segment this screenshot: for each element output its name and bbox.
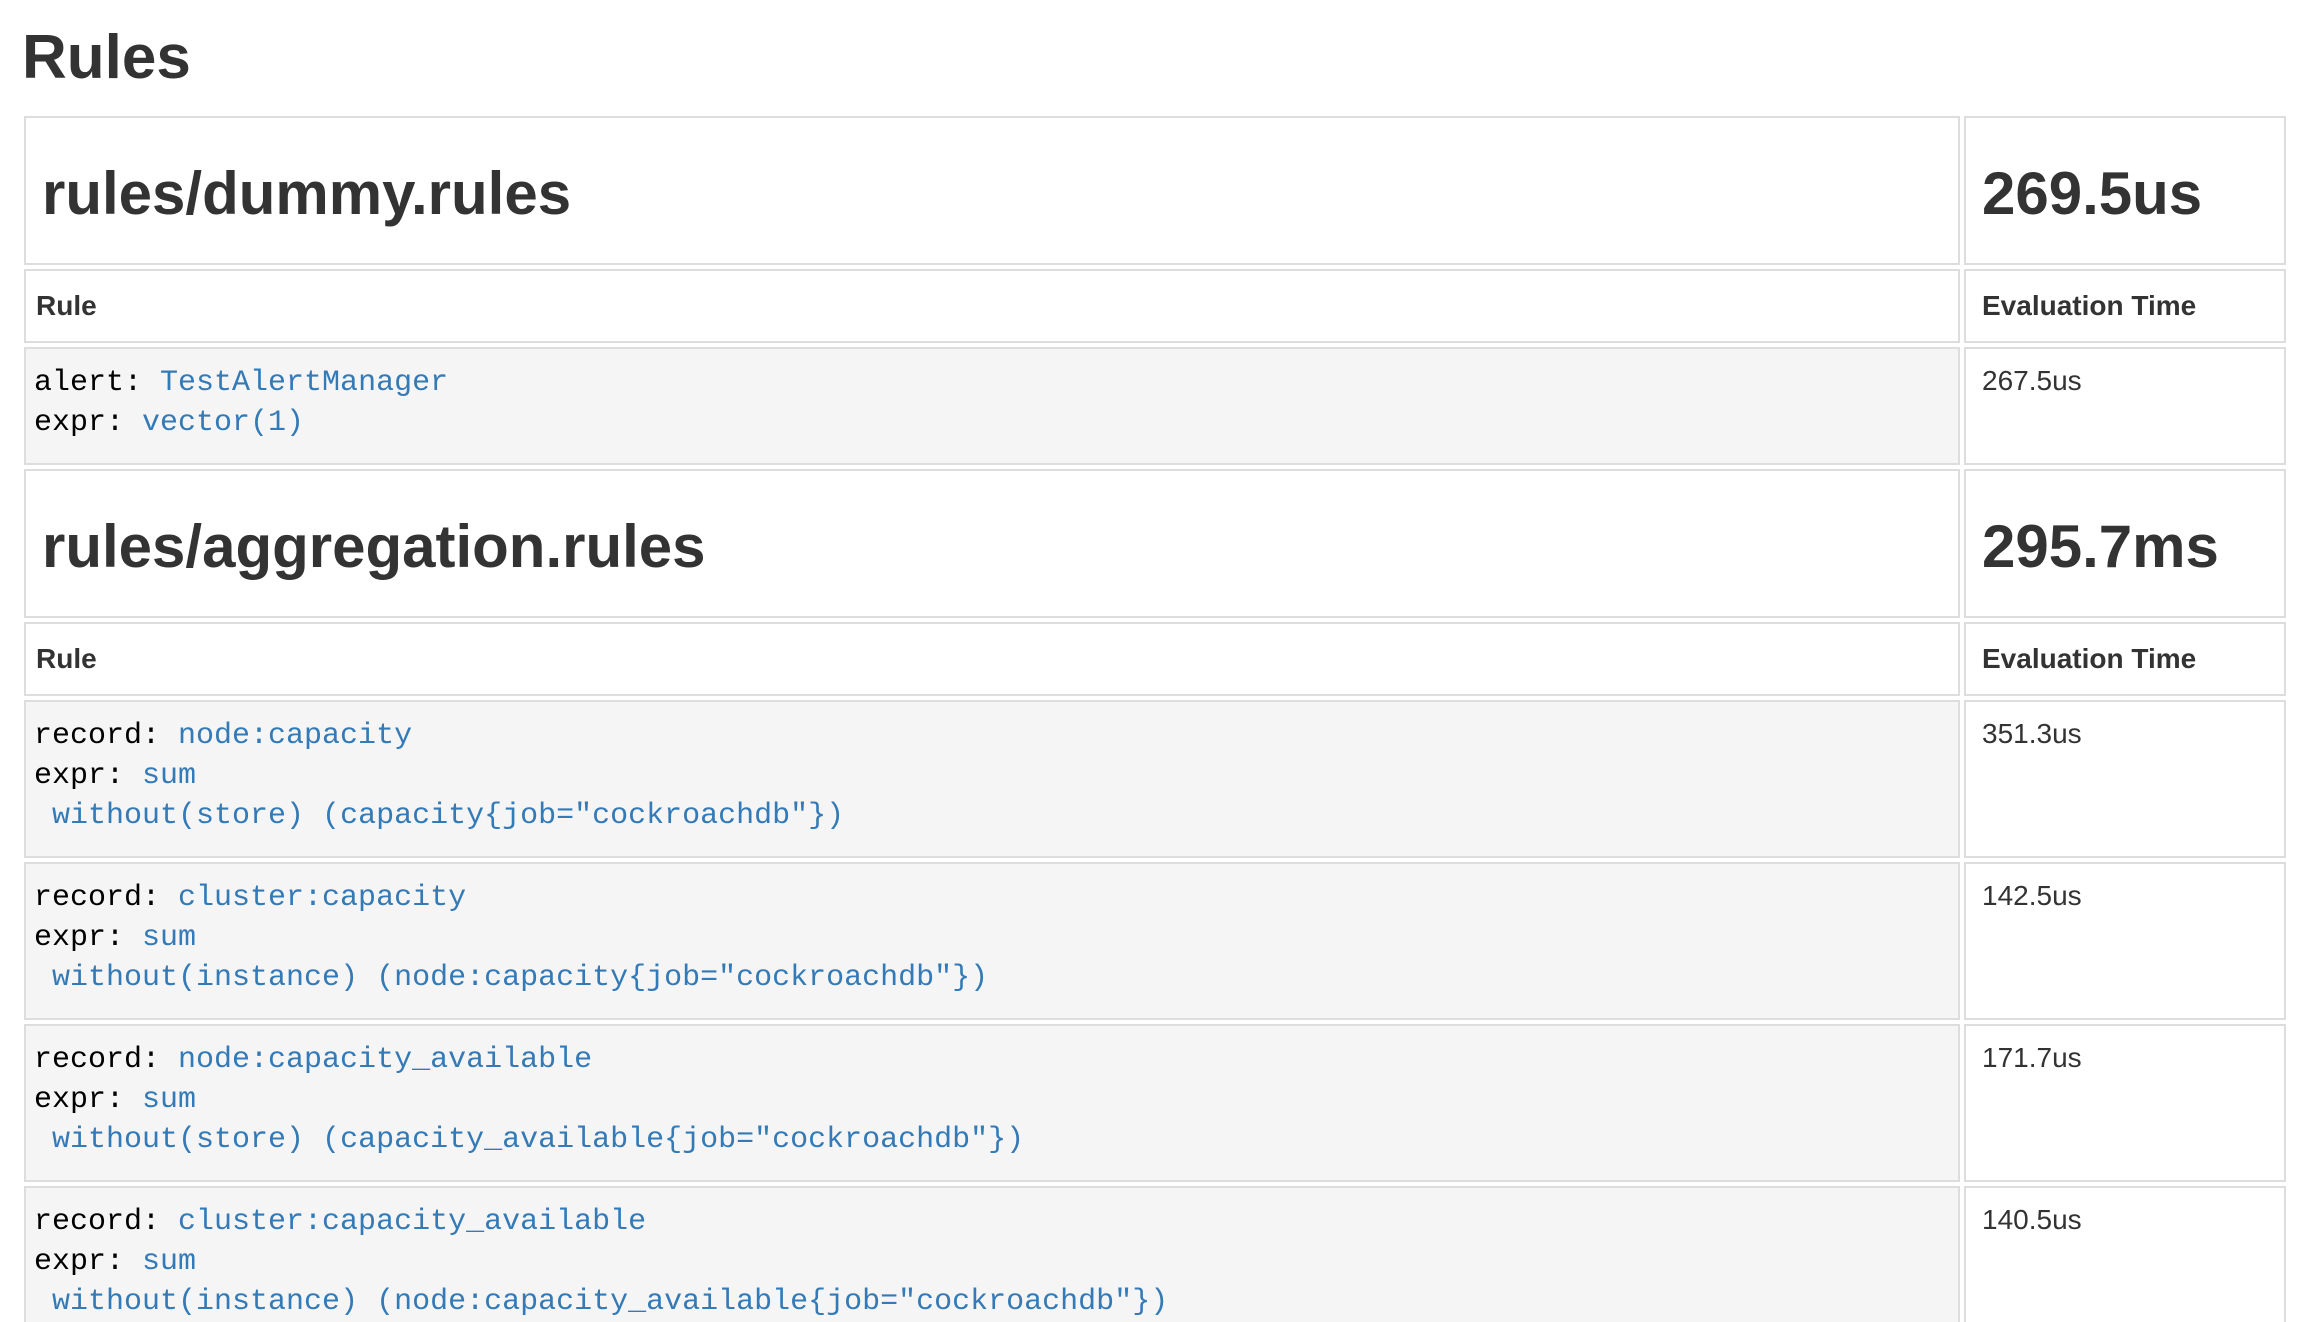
evaluation-time-value: 351.3us (1964, 700, 2286, 858)
rules-table: rules/dummy.rules 269.5us Rule Evaluatio… (20, 112, 2290, 1322)
yaml-key (34, 1285, 52, 1319)
rule-row: record: node:capacityexpr: sum without(s… (24, 700, 2286, 858)
yaml-key: record: (34, 1205, 178, 1239)
record-name-link[interactable]: cluster:capacity (178, 881, 466, 915)
rule-line: expr: sum (34, 1080, 1948, 1120)
yaml-key: expr: (34, 921, 142, 955)
rule-row: record: cluster:capacityexpr: sum withou… (24, 862, 2286, 1020)
evaluation-time-value: 171.7us (1964, 1024, 2286, 1182)
rule-line: alert: TestAlertManager (34, 363, 1948, 403)
expression-link[interactable]: without(instance) (node:capacity{job="co… (52, 961, 988, 995)
rule-line: without(store) (capacity{job="cockroachd… (34, 796, 1948, 836)
group-evaluation-total-cell: 269.5us (1964, 116, 2286, 265)
expression-link[interactable]: without(instance) (node:capacity_availab… (52, 1285, 1168, 1319)
rule-line: expr: sum (34, 1242, 1948, 1282)
record-name-link[interactable]: cluster:capacity_available (178, 1205, 646, 1239)
rule-row: record: cluster:capacity_availableexpr: … (24, 1186, 2286, 1322)
evaluation-time-column-header: Evaluation Time (1964, 269, 2286, 343)
expression-link[interactable]: vector(1) (142, 406, 304, 440)
rule-line: without(instance) (node:capacity_availab… (34, 1282, 1948, 1322)
rule-definition-cell: record: cluster:capacity_availableexpr: … (24, 1186, 1960, 1322)
rule-group-header-row: rules/aggregation.rules 295.7ms (24, 469, 2286, 618)
rule-line: without(store) (capacity_available{job="… (34, 1120, 1948, 1160)
expression-link[interactable]: sum (142, 759, 196, 793)
rule-group-header-row: rules/dummy.rules 269.5us (24, 116, 2286, 265)
yaml-key: record: (34, 1043, 178, 1077)
yaml-key: expr: (34, 406, 142, 440)
yaml-key (34, 961, 52, 995)
record-name-link[interactable]: node:capacity (178, 719, 412, 753)
column-header-row: Rule Evaluation Time (24, 622, 2286, 696)
record-name-link[interactable]: node:capacity_available (178, 1043, 592, 1077)
rule-definition: record: node:capacityexpr: sum without(s… (34, 716, 1948, 836)
evaluation-time-value: 140.5us (1964, 1186, 2286, 1322)
rule-definition: record: node:capacity_availableexpr: sum… (34, 1040, 1948, 1160)
rule-group-file: rules/dummy.rules (42, 162, 1944, 227)
expression-link[interactable]: sum (142, 1245, 196, 1279)
column-header-row: Rule Evaluation Time (24, 269, 2286, 343)
rule-line: expr: sum (34, 918, 1948, 958)
rule-line: record: node:capacity_available (34, 1040, 1948, 1080)
evaluation-time-column-header: Evaluation Time (1964, 622, 2286, 696)
yaml-key: alert: (34, 366, 160, 400)
rule-column-header: Rule (24, 622, 1960, 696)
rules-page: Rules rules/dummy.rules 269.5us Rule Eva… (0, 0, 2316, 1322)
rule-line: expr: vector(1) (34, 403, 1948, 443)
expression-link[interactable]: without(store) (capacity_available{job="… (52, 1123, 1024, 1157)
expression-link[interactable]: without(store) (capacity{job="cockroachd… (52, 799, 844, 833)
yaml-key: expr: (34, 1083, 142, 1117)
evaluation-time-value: 142.5us (1964, 862, 2286, 1020)
expression-link[interactable]: sum (142, 1083, 196, 1117)
rule-line: record: cluster:capacity (34, 878, 1948, 918)
rule-definition: alert: TestAlertManagerexpr: vector(1) (34, 363, 1948, 443)
yaml-key: record: (34, 719, 178, 753)
rule-definition-cell: record: node:capacity_availableexpr: sum… (24, 1024, 1960, 1182)
rule-line: record: node:capacity (34, 716, 1948, 756)
rule-row: alert: TestAlertManagerexpr: vector(1) 2… (24, 347, 2286, 465)
rule-line: expr: sum (34, 756, 1948, 796)
alert-name-link[interactable]: TestAlertManager (160, 366, 448, 400)
rule-definition: record: cluster:capacity_availableexpr: … (34, 1202, 1948, 1322)
group-evaluation-total-cell: 295.7ms (1964, 469, 2286, 618)
yaml-key: record: (34, 881, 178, 915)
rule-group-file-cell: rules/aggregation.rules (24, 469, 1960, 618)
yaml-key: expr: (34, 1245, 142, 1279)
rule-group-file-cell: rules/dummy.rules (24, 116, 1960, 265)
rule-definition-cell: record: node:capacityexpr: sum without(s… (24, 700, 1960, 858)
yaml-key: expr: (34, 759, 142, 793)
rule-definition-cell: alert: TestAlertManagerexpr: vector(1) (24, 347, 1960, 465)
rule-line: without(instance) (node:capacity{job="co… (34, 958, 1948, 998)
rule-group-file: rules/aggregation.rules (42, 515, 1944, 580)
page-title: Rules (22, 24, 2290, 92)
expression-link[interactable]: sum (142, 921, 196, 955)
rule-line: record: cluster:capacity_available (34, 1202, 1948, 1242)
rule-column-header: Rule (24, 269, 1960, 343)
rule-definition-cell: record: cluster:capacityexpr: sum withou… (24, 862, 1960, 1020)
yaml-key (34, 799, 52, 833)
rule-definition: record: cluster:capacityexpr: sum withou… (34, 878, 1948, 998)
yaml-key (34, 1123, 52, 1157)
group-evaluation-total: 295.7ms (1982, 515, 2270, 580)
rule-row: record: node:capacity_availableexpr: sum… (24, 1024, 2286, 1182)
evaluation-time-value: 267.5us (1964, 347, 2286, 465)
group-evaluation-total: 269.5us (1982, 162, 2270, 227)
